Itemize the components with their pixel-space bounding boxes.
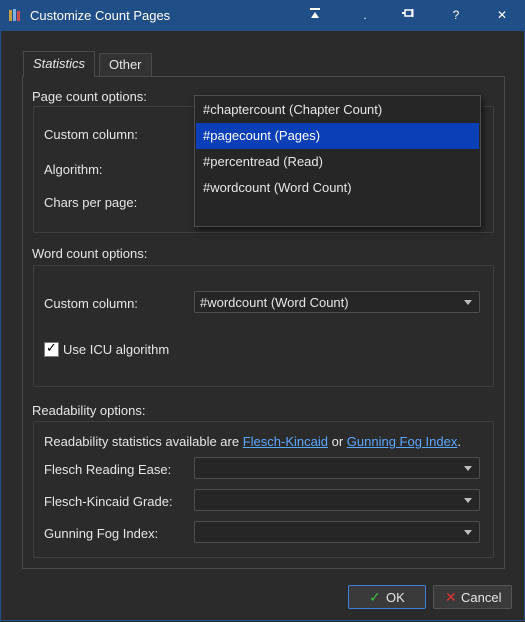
page-custom-column-label: Custom column:: [44, 127, 138, 142]
chevron-down-icon: [464, 300, 472, 305]
dropdown-option[interactable]: #wordcount (Word Count): [196, 175, 479, 201]
chevron-down-icon: [464, 498, 472, 503]
word-custom-column-value: #wordcount (Word Count): [200, 295, 349, 310]
algorithm-label: Algorithm:: [44, 162, 103, 177]
ok-button[interactable]: ✓ OK: [348, 585, 426, 609]
use-icu-checkbox[interactable]: ✓: [44, 340, 59, 357]
readability-info-prefix: Readability statistics available are: [44, 434, 243, 449]
close-button[interactable]: ✕: [491, 6, 513, 24]
flesch-reading-ease-combo[interactable]: [194, 457, 480, 479]
cancel-button[interactable]: ✕ Cancel: [433, 585, 512, 609]
checkmark-icon: ✓: [46, 340, 57, 355]
gunning-fog-link[interactable]: Gunning Fog Index: [347, 434, 458, 449]
readability-info-mid: or: [327, 434, 347, 449]
dropdown-option[interactable]: #percentread (Read): [196, 149, 479, 175]
word-custom-column-label: Custom column:: [44, 296, 138, 311]
help-button[interactable]: ?: [445, 6, 467, 24]
title-bar[interactable]: Customize Count Pages . ? ✕: [0, 0, 525, 31]
dropdown-option-selected[interactable]: #pagecount (Pages): [196, 123, 479, 149]
readability-info-suffix: .: [457, 434, 461, 449]
custom-column-dropdown-list[interactable]: #chaptercount (Chapter Count) #pagecount…: [194, 95, 481, 227]
readability-info: Readability statistics available are Fle…: [44, 434, 461, 449]
gunning-fog-index-label: Gunning Fog Index:: [44, 526, 159, 541]
chevron-down-icon: [464, 466, 472, 471]
word-count-section-label: Word count options:: [32, 246, 148, 261]
pin-button[interactable]: [397, 6, 419, 24]
ok-button-label: OK: [386, 590, 405, 605]
dropdown-option[interactable]: #chaptercount (Chapter Count): [196, 97, 479, 123]
page-count-section-label: Page count options:: [32, 89, 147, 104]
word-custom-column-combo[interactable]: #wordcount (Word Count): [194, 291, 480, 313]
tab-other[interactable]: Other: [99, 53, 152, 76]
minimize-dot-button[interactable]: .: [354, 6, 376, 24]
use-icu-label: Use ICU algorithm: [63, 342, 170, 357]
x-mark-icon: ✕: [445, 589, 457, 605]
gunning-fog-index-combo[interactable]: [194, 521, 480, 543]
checkmark-icon: ✓: [369, 589, 381, 605]
flesch-kincaid-grade-combo[interactable]: [194, 489, 480, 511]
flesch-kincaid-grade-label: Flesch-Kincaid Grade:: [44, 494, 173, 509]
word-count-group: [33, 265, 494, 387]
minimize-button[interactable]: [304, 6, 326, 24]
books-icon: [8, 8, 22, 22]
chars-per-page-label: Chars per page:: [44, 195, 138, 210]
chevron-down-icon: [464, 530, 472, 535]
window-title: Customize Count Pages: [30, 8, 171, 23]
flesch-kincaid-link[interactable]: Flesch-Kincaid: [243, 434, 328, 449]
cancel-button-label: Cancel: [461, 590, 502, 605]
flesch-reading-ease-label: Flesch Reading Ease:: [44, 462, 172, 477]
tab-statistics[interactable]: Statistics: [23, 51, 96, 77]
readability-section-label: Readability options:: [32, 403, 146, 418]
